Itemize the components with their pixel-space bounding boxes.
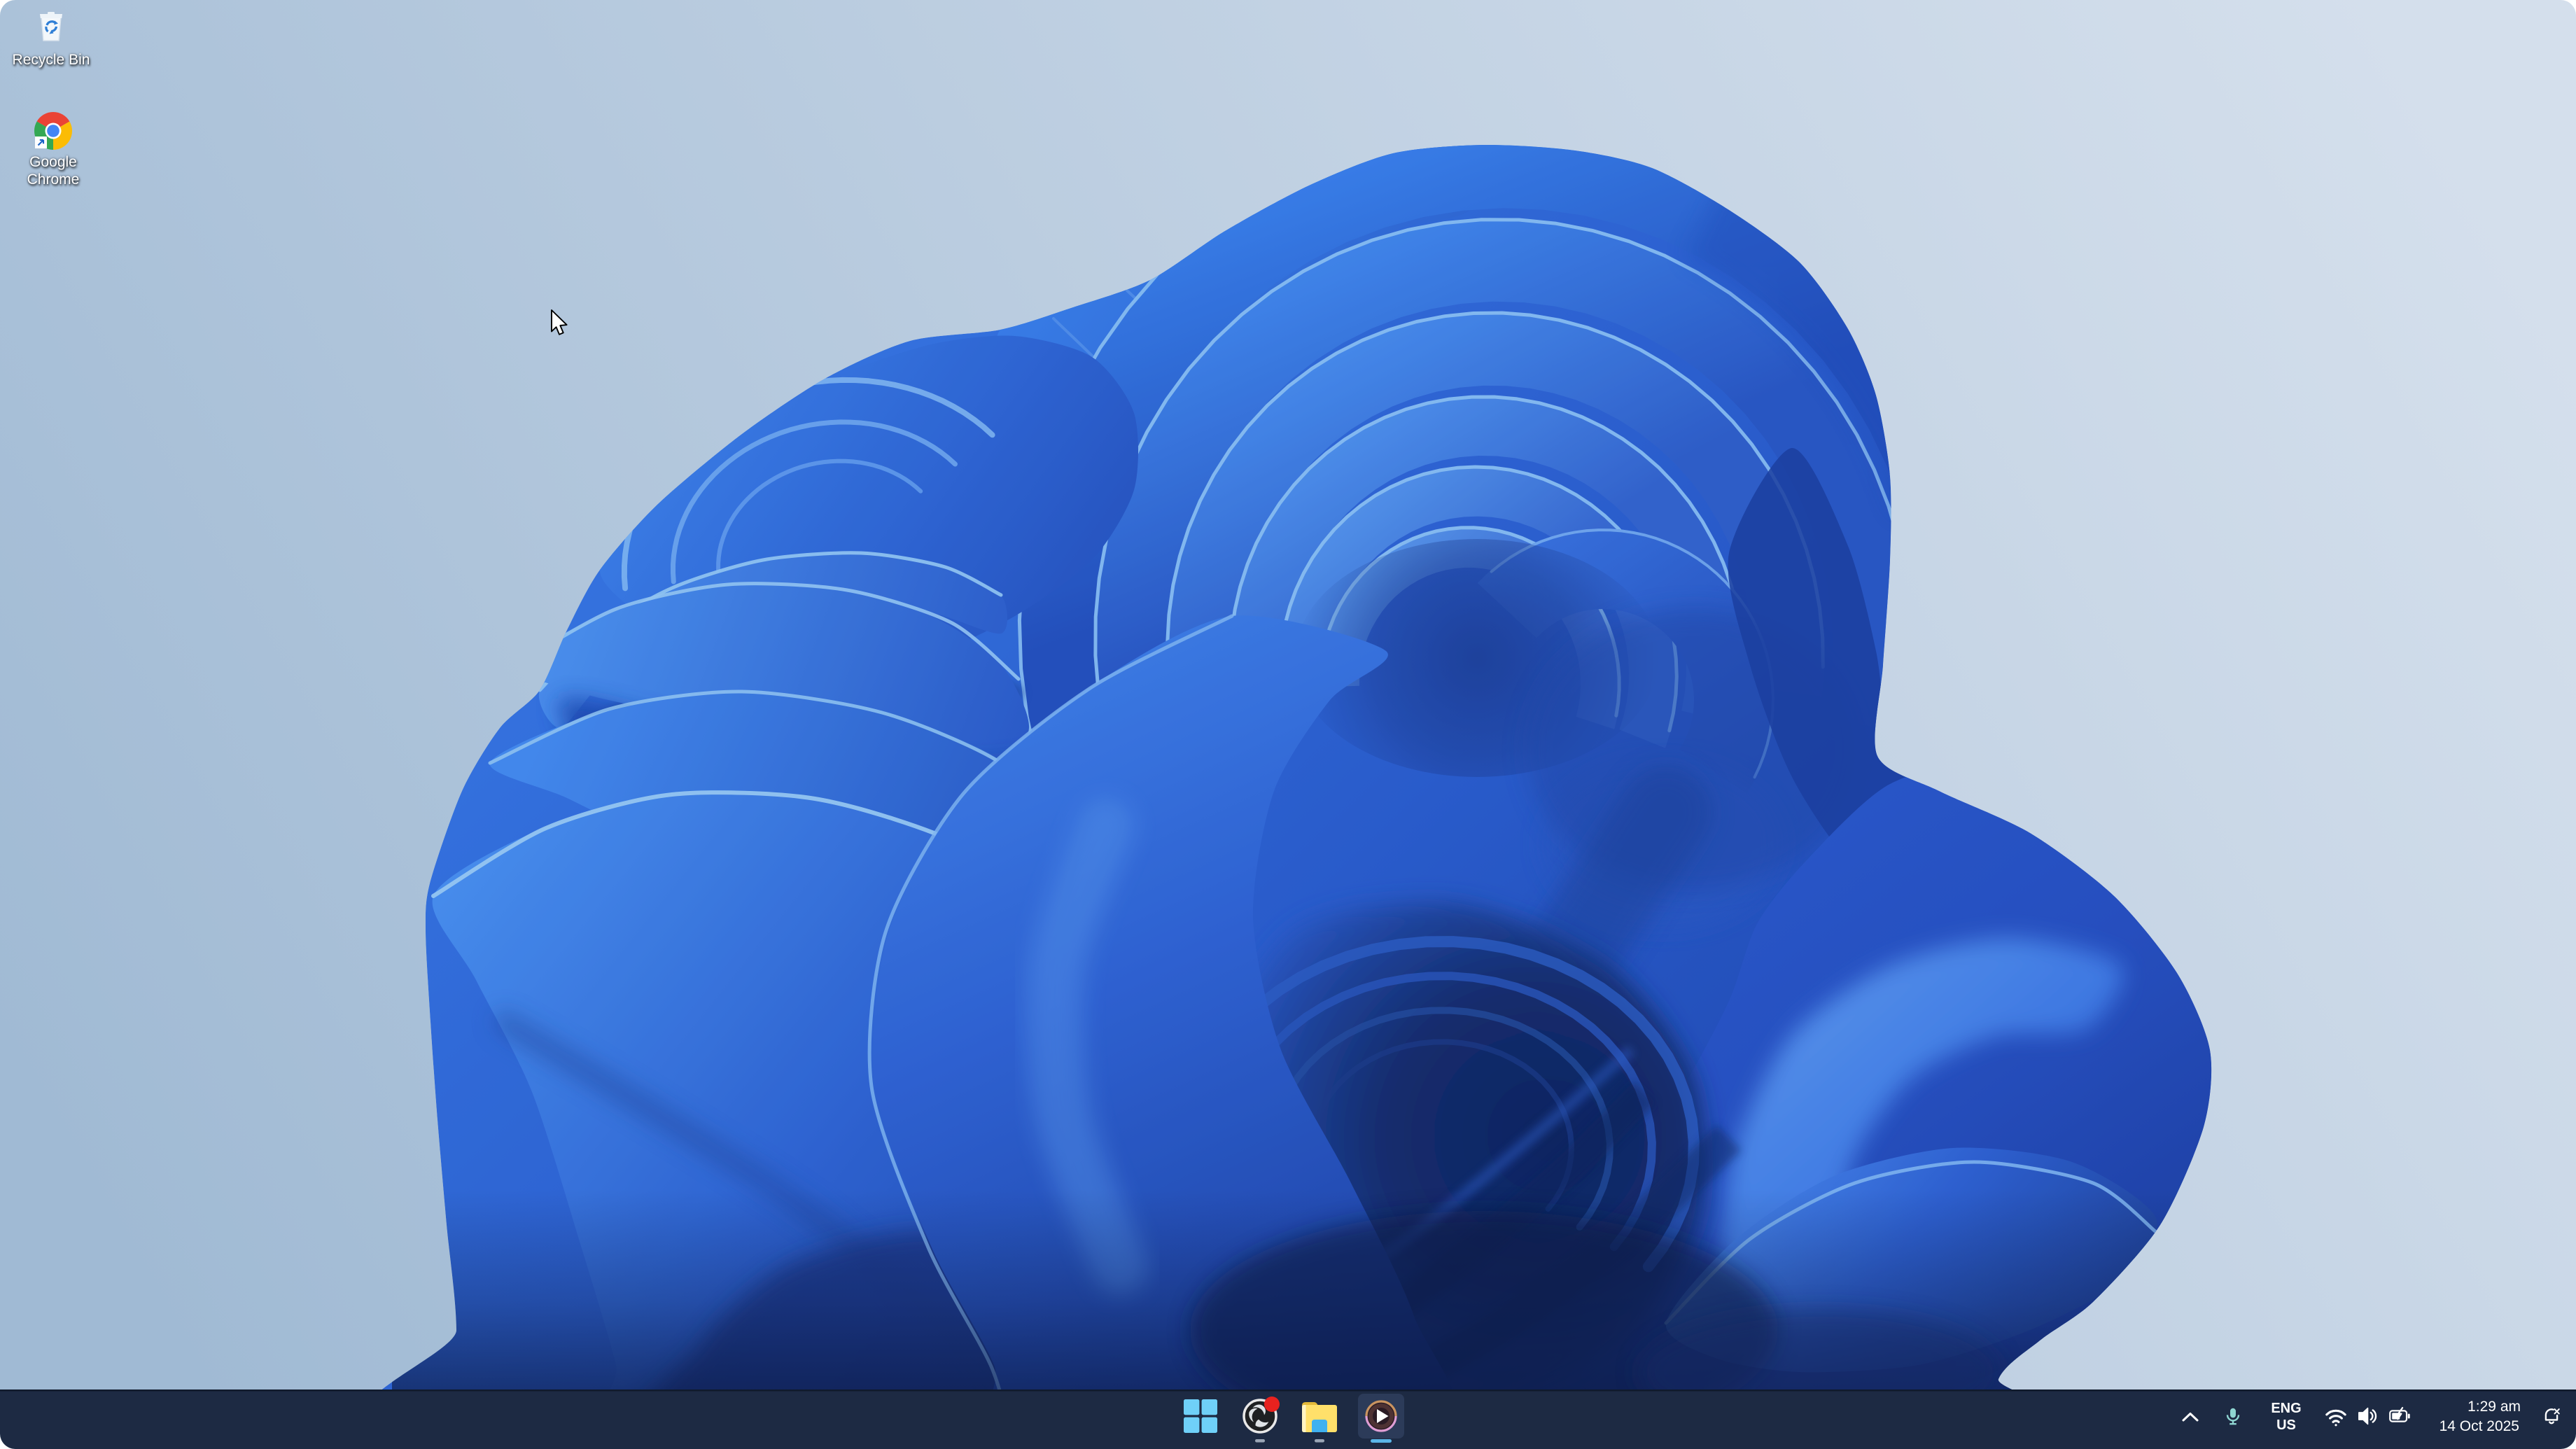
svg-text:1:29 am: 1:29 am <box>2468 1399 2521 1415</box>
svg-text:US: US <box>2276 1418 2296 1433</box>
svg-text:14 Oct 2025: 14 Oct 2025 <box>2440 1418 2519 1434</box>
svg-text:Chrome: Chrome <box>27 172 80 188</box>
svg-text:ENG: ENG <box>2271 1401 2301 1416</box>
svg-text:Google: Google <box>29 154 77 170</box>
svg-text:Recycle Bin: Recycle Bin <box>13 52 90 68</box>
